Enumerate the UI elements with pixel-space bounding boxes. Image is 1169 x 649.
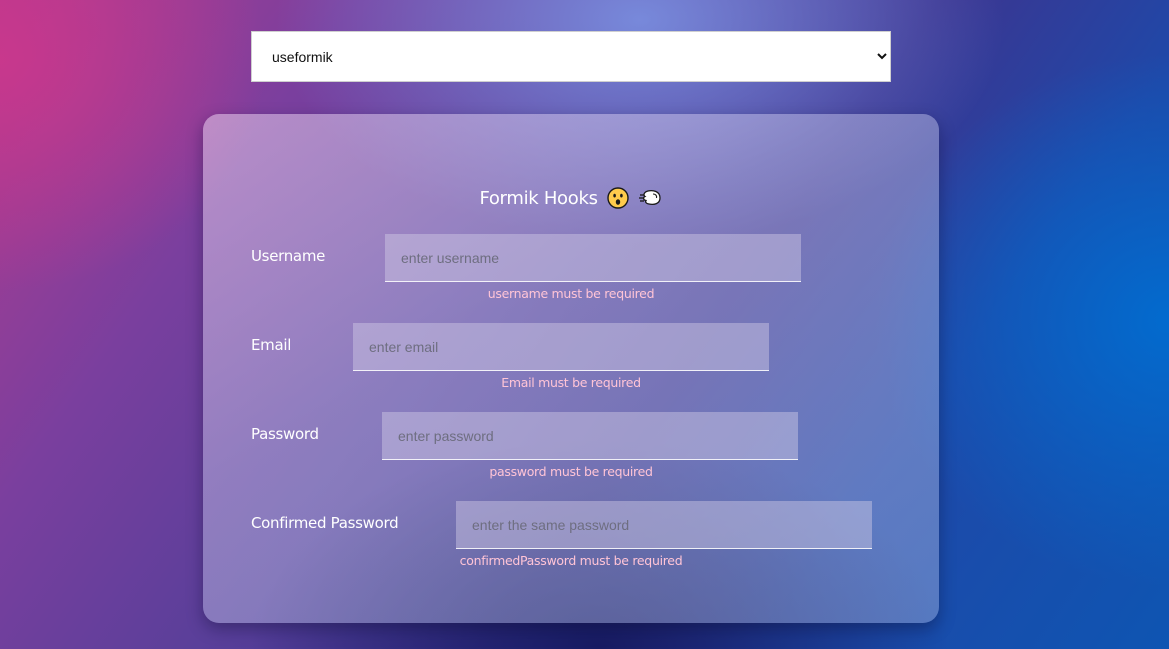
- username-label: Username: [251, 247, 326, 265]
- password-error: password must be required: [489, 464, 653, 479]
- username-error: username must be required: [487, 286, 655, 301]
- confirmed-password-input[interactable]: [456, 501, 872, 549]
- password-input[interactable]: [382, 412, 798, 460]
- username-input[interactable]: [385, 234, 801, 282]
- email-label: Email: [251, 336, 292, 354]
- email-input[interactable]: [353, 323, 769, 371]
- dashing-away-icon: [638, 187, 663, 214]
- confirmed-password-error: confirmedPassword must be required: [459, 553, 683, 568]
- form-card: Formik Hooks Username username must be r…: [203, 114, 939, 623]
- email-error: Email must be required: [501, 375, 641, 390]
- confirmed-password-label: Confirmed Password: [251, 514, 399, 532]
- form-title-text: Formik Hooks: [479, 188, 598, 209]
- password-label: Password: [251, 425, 319, 443]
- form-title: Formik Hooks: [203, 187, 939, 214]
- astonished-face-icon: [607, 187, 629, 214]
- hook-selector-wrapper: useformik: [251, 31, 891, 82]
- hook-selector[interactable]: useformik: [252, 32, 890, 81]
